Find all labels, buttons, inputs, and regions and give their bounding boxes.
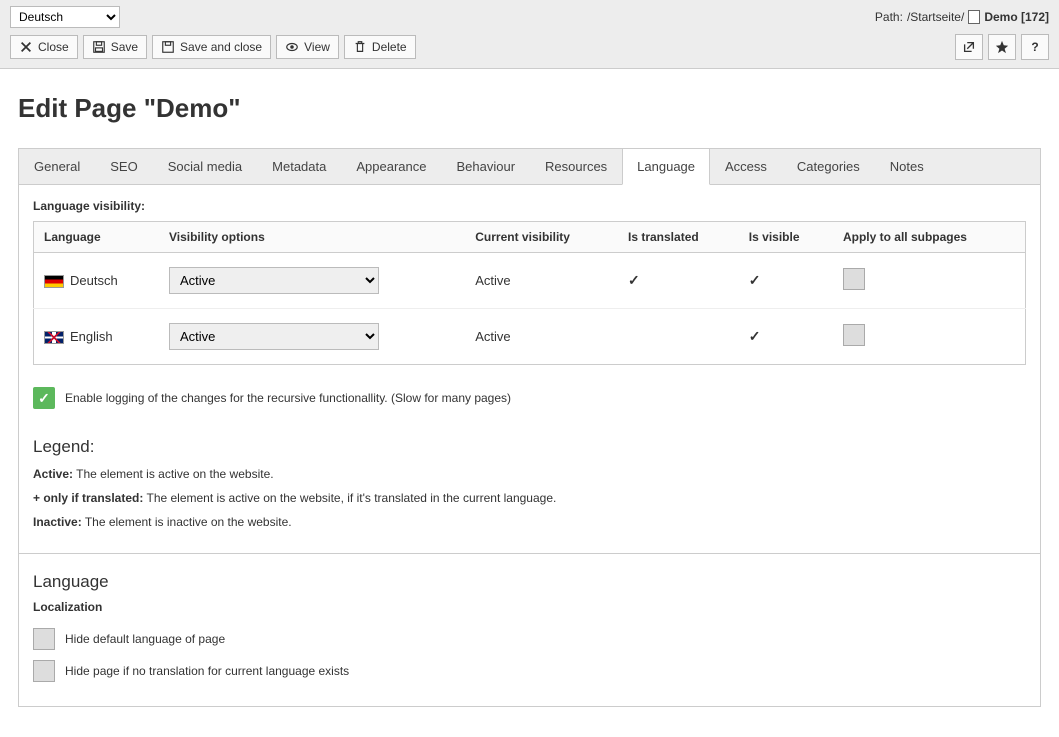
hide-no-translation-checkbox[interactable] (33, 660, 55, 682)
legend-only-translated: + only if translated: The element is act… (33, 491, 1026, 505)
topbar: Deutsch Path: /Startseite/ Demo [172] Cl… (0, 0, 1059, 69)
col-translated: Is translated (618, 222, 739, 253)
star-icon (995, 40, 1009, 54)
visibility-table: Language Visibility options Current visi… (33, 221, 1026, 365)
apply-subpages-checkbox[interactable] (843, 324, 865, 346)
language-label: English (70, 329, 113, 344)
language-panel: Language visibility: Language Visibility… (18, 185, 1041, 554)
col-language: Language (34, 222, 159, 253)
table-row: Deutsch Active Active ✓ ✓ (34, 253, 1026, 309)
legend-inactive: Inactive: The element is inactive on the… (33, 515, 1026, 529)
external-link-icon (962, 40, 976, 54)
close-icon (19, 40, 33, 54)
bookmark-button[interactable] (988, 34, 1016, 60)
localization-panel: Language Localization Hide default langu… (18, 554, 1041, 707)
is-translated-cell: ✓ (618, 253, 739, 309)
check-icon: ✓ (749, 272, 761, 288)
tab-social-media[interactable]: Social media (153, 149, 257, 184)
deutsch-flag-icon (44, 275, 64, 288)
tab-resources[interactable]: Resources (530, 149, 622, 184)
enable-logging-checkbox[interactable] (33, 387, 55, 409)
language-label: Deutsch (70, 273, 118, 288)
current-visibility: Active (465, 309, 618, 365)
hide-default-label: Hide default language of page (65, 632, 225, 646)
tab-metadata[interactable]: Metadata (257, 149, 341, 184)
tab-categories[interactable]: Categories (782, 149, 875, 184)
apply-subpages-checkbox[interactable] (843, 268, 865, 290)
col-visible: Is visible (739, 222, 833, 253)
is-visible-cell: ✓ (739, 309, 833, 365)
file-icon (968, 10, 980, 24)
language-selector[interactable]: Deutsch (10, 6, 120, 28)
tab-general[interactable]: General (19, 149, 95, 184)
is-visible-cell: ✓ (739, 253, 833, 309)
is-translated-cell (618, 309, 739, 365)
visibility-select[interactable]: Active (169, 323, 379, 350)
legend-active: Active: The element is active on the web… (33, 467, 1026, 481)
localization-title: Language (33, 572, 1026, 592)
save-and-close-button[interactable]: Save and close (152, 35, 271, 59)
delete-button[interactable]: Delete (344, 35, 416, 59)
tab-seo[interactable]: SEO (95, 149, 152, 184)
visibility-label: Language visibility: (33, 199, 1026, 213)
tab-access[interactable]: Access (710, 149, 782, 184)
col-current: Current visibility (465, 222, 618, 253)
localization-subtitle: Localization (33, 600, 1026, 614)
current-visibility: Active (465, 253, 618, 309)
tab-notes[interactable]: Notes (875, 149, 939, 184)
breadcrumb: Path: /Startseite/ Demo [172] (875, 10, 1049, 24)
check-icon: ✓ (749, 328, 761, 344)
tab-language[interactable]: Language (622, 149, 710, 185)
page-title: Edit Page "Demo" (18, 93, 1041, 124)
table-row: English Active Active ✓ (34, 309, 1026, 365)
tab-appearance[interactable]: Appearance (341, 149, 441, 184)
save-close-icon (161, 40, 175, 54)
help-button[interactable]: ? (1021, 34, 1049, 60)
hide-no-translation-row: Hide page if no translation for current … (33, 660, 1026, 682)
tabs: GeneralSEOSocial mediaMetadataAppearance… (18, 148, 1041, 185)
hide-default-checkbox[interactable] (33, 628, 55, 650)
toolbar: Close Save Save and close View Delete (10, 35, 416, 59)
save-icon (92, 40, 106, 54)
legend-title: Legend: (33, 437, 1026, 457)
tab-behaviour[interactable]: Behaviour (441, 149, 530, 184)
col-apply: Apply to all subpages (833, 222, 1026, 253)
hide-no-translation-label: Hide page if no translation for current … (65, 664, 349, 678)
open-external-button[interactable] (955, 34, 983, 60)
eye-icon (285, 40, 299, 54)
close-button[interactable]: Close (10, 35, 78, 59)
hide-default-row: Hide default language of page (33, 628, 1026, 650)
english-flag-icon (44, 331, 64, 344)
visibility-select[interactable]: Active (169, 267, 379, 294)
check-icon: ✓ (628, 272, 640, 288)
col-options: Visibility options (159, 222, 465, 253)
enable-logging-row: Enable logging of the changes for the re… (33, 387, 511, 409)
view-button[interactable]: View (276, 35, 339, 59)
help-icon: ? (1031, 40, 1038, 54)
save-button[interactable]: Save (83, 35, 147, 59)
enable-logging-label: Enable logging of the changes for the re… (65, 391, 511, 405)
trash-icon (353, 40, 367, 54)
